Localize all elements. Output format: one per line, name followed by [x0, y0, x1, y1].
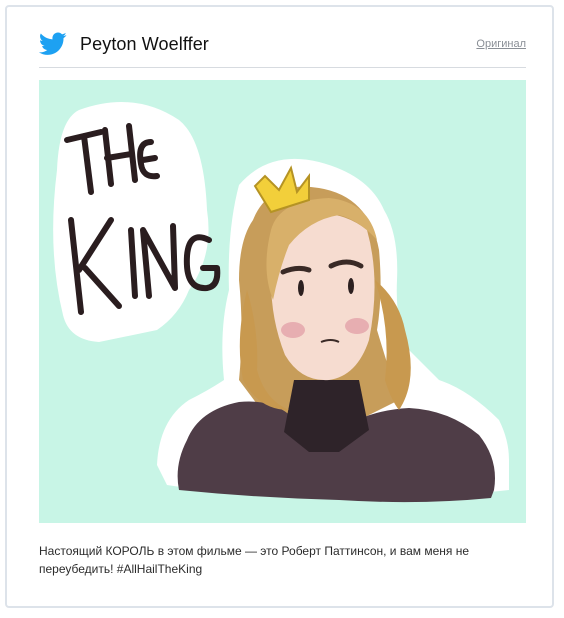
right-eye [348, 278, 354, 294]
tweet-header: Peyton Woelffer Оригинал [39, 25, 526, 63]
tweet-image[interactable] [39, 80, 526, 523]
right-cheek [345, 318, 369, 334]
header-divider [39, 67, 526, 68]
tweet-embed-card: Peyton Woelffer Оригинал Настоящий КОРОЛ… [5, 5, 554, 608]
left-cheek [281, 322, 305, 338]
tweet-text: Настоящий КОРОЛЬ в этом фильме — это Роб… [39, 542, 526, 578]
twitter-bird-icon [39, 32, 67, 55]
left-eye [298, 280, 304, 296]
tweet-author-name[interactable]: Peyton Woelffer [80, 34, 209, 55]
original-link[interactable]: Оригинал [476, 38, 526, 50]
tweet-text-body: Настоящий КОРОЛЬ в этом фильме — это Роб… [39, 544, 470, 576]
